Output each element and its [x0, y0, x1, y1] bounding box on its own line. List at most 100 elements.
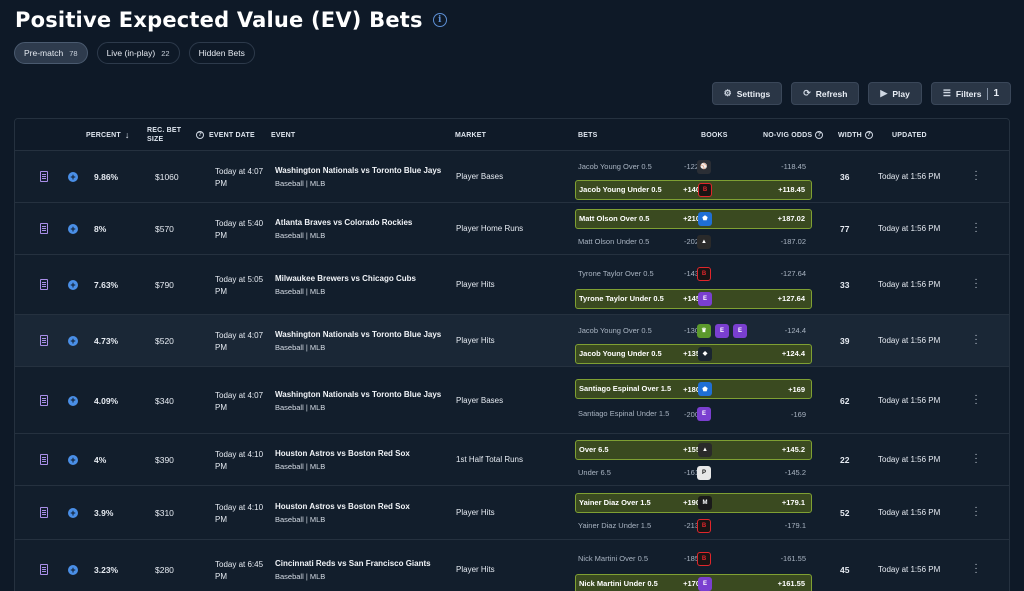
column-event-date[interactable]: ? EVENT DATE [196, 119, 255, 151]
best-bet-option[interactable]: Over 6.5 +155 ▲ +145.2 [575, 439, 812, 460]
settings-button[interactable]: ⚙ Settings [711, 82, 783, 105]
betrivers-book-icon[interactable]: B [697, 266, 711, 281]
play-button[interactable]: ▶ Play [868, 82, 922, 105]
hardrock-book-icon[interactable]: ▲ [697, 234, 711, 249]
draftkings-book-icon[interactable]: ♛ [697, 323, 711, 338]
more-options-icon[interactable]: · · · [973, 331, 979, 349]
filters-button[interactable]: ☰ Filters 1 [930, 82, 1011, 105]
column-width[interactable]: WIDTH ? [838, 119, 873, 151]
best-bet-option[interactable]: Yainer Diaz Over 1.5 +190 M +179.1 [575, 492, 812, 513]
column-books[interactable]: BOOKS [701, 119, 728, 151]
bet-option[interactable]: Nick Martini Over 0.5 -185 B -161.55 [575, 549, 812, 569]
market-value: Player Hits [456, 280, 495, 289]
caesars-book-icon[interactable]: ◆ [698, 346, 712, 361]
table-row[interactable]: +3.9% $310 Today at 4:10 PM Houston Astros … [15, 486, 1009, 540]
event-name[interactable]: Atlanta Braves vs Colorado Rockies [275, 218, 447, 227]
toolbar: ⚙ Settings ⟳ Refresh ▶ Play ☰ Filters 1 [711, 82, 1011, 105]
pointsbet-book-icon[interactable]: P [697, 465, 711, 480]
espnbet-book-icon[interactable]: E [698, 576, 712, 591]
info-icon[interactable]: i [432, 13, 447, 27]
column-event[interactable]: EVENT [271, 119, 295, 151]
table-row[interactable]: +9.86% $1060 Today at 4:07 PM Washington Na… [15, 151, 1009, 203]
add-bet-icon[interactable]: + [68, 455, 78, 465]
event-name[interactable]: Houston Astros vs Boston Red Sox [275, 449, 447, 458]
help-icon[interactable]: ? [815, 131, 824, 139]
column-rec-bet-size[interactable]: REC. BET SIZE [147, 119, 181, 151]
event-name[interactable]: Washington Nationals vs Toronto Blue Jay… [275, 166, 447, 175]
column-bets[interactable]: BETS [578, 119, 597, 151]
espnbet-book-icon[interactable]: E [697, 407, 711, 421]
espnbet-book-icon[interactable]: E [698, 291, 712, 306]
calculator-icon[interactable] [40, 507, 48, 518]
more-options-icon[interactable]: · · · [973, 503, 979, 521]
table-row[interactable]: +4.09% $340 Today at 4:07 PM Washington Nat… [15, 367, 1009, 434]
bet-option[interactable]: Matt Olson Under 0.5 -202 ▲ -187.02 [575, 232, 812, 252]
more-options-icon[interactable]: · · · [973, 219, 979, 237]
more-options-icon[interactable]: · · · [973, 167, 979, 185]
betmgm-book-icon[interactable]: M [698, 495, 712, 510]
add-bet-icon[interactable]: + [68, 565, 78, 575]
table-row[interactable]: +4% $390 Today at 4:10 PM Houston Astros vs… [15, 434, 1009, 486]
bet-option[interactable]: Yainer Diaz Under 1.5 -213 B -179.1 [575, 516, 812, 536]
fanduel-book-icon[interactable]: ⬟ [698, 211, 712, 226]
add-bet-icon[interactable]: + [68, 172, 78, 182]
table-row[interactable]: +8% $570 Today at 5:40 PM Atlanta Braves vs… [15, 203, 1009, 255]
add-bet-icon[interactable]: + [68, 508, 78, 518]
bet-label: Santiago Espinal Under 1.5 [578, 409, 670, 418]
column-no-vig-odds[interactable]: NO-VIG ODDS ? [763, 119, 824, 151]
event-name[interactable]: Milwaukee Brewers vs Chicago Cubs [275, 274, 447, 283]
add-bet-icon[interactable]: + [68, 336, 78, 346]
calculator-icon[interactable] [40, 335, 48, 346]
tab-hidden-bets[interactable]: Hidden Bets [188, 42, 255, 64]
bet-option[interactable]: Tyrone Taylor Over 0.5 -143 B -127.64 [575, 264, 812, 284]
betrivers-book-icon[interactable]: B [697, 551, 711, 566]
column-market[interactable]: MARKET [455, 119, 486, 151]
calculator-icon[interactable] [40, 564, 48, 575]
help-icon[interactable]: ? [196, 131, 204, 139]
fanduel-book-icon[interactable]: ⬟ [698, 382, 712, 396]
refresh-button[interactable]: ⟳ Refresh [791, 82, 860, 105]
espnbet-book-icon[interactable]: E [733, 323, 747, 338]
more-options-icon[interactable]: · · · [973, 560, 979, 578]
best-bet-option[interactable]: Tyrone Taylor Under 0.5 +145 E +127.64 [575, 288, 812, 309]
more-options-icon[interactable]: · · · [973, 275, 979, 293]
best-bet-option[interactable]: Matt Olson Over 0.5 +210 ⬟ +187.02 [575, 208, 812, 229]
calculator-icon[interactable] [40, 279, 48, 290]
calculator-icon[interactable] [40, 171, 48, 182]
table-row[interactable]: +4.73% $520 Today at 4:07 PM Washington Nat… [15, 315, 1009, 367]
bet-option[interactable]: Jacob Young Over 0.5 -130 ♛ E E -124.4 [575, 321, 812, 341]
table-row[interactable]: +3.23% $280 Today at 6:45 PM Cincinnati Red… [15, 540, 1009, 591]
event-name[interactable]: Cincinnati Reds vs San Francisco Giants [275, 559, 447, 568]
add-bet-icon[interactable]: + [68, 280, 78, 290]
event-cell: Washington Nationals vs Toronto Blue Jay… [275, 390, 447, 412]
add-bet-icon[interactable]: + [68, 224, 78, 234]
best-bet-option[interactable]: Jacob Young Under 0.5 +135 ◆ +124.4 [575, 343, 812, 364]
bet-option[interactable]: Jacob Young Over 0.5 -122 ⚾ -118.45 [575, 157, 812, 177]
event-name[interactable]: Houston Astros vs Boston Red Sox [275, 502, 447, 511]
bet-option[interactable]: Santiago Espinal Under 1.5 -200 E -169 [575, 404, 812, 424]
more-options-icon[interactable]: · · · [973, 450, 979, 468]
calculator-icon[interactable] [40, 223, 48, 234]
column-updated[interactable]: UPDATED [892, 119, 927, 151]
event-name[interactable]: Washington Nationals vs Toronto Blue Jay… [275, 390, 447, 399]
best-bet-option[interactable]: Nick Martini Under 0.5 +170 E +161.55 [575, 573, 812, 591]
calculator-icon[interactable] [40, 394, 48, 406]
event-league: Baseball | MLB [275, 179, 326, 188]
help-icon[interactable]: ? [864, 131, 873, 139]
betrivers-book-icon[interactable]: B [698, 182, 712, 197]
betrivers-book-icon[interactable]: B [697, 518, 711, 533]
add-bet-icon[interactable]: + [68, 395, 78, 406]
best-bet-option[interactable]: Jacob Young Under 0.5 +140 B +118.45 [575, 179, 812, 200]
fanatics-book-icon[interactable]: ⚾ [697, 159, 711, 174]
espnbet-book-icon[interactable]: E [715, 323, 729, 338]
bet-option[interactable]: Under 6.5 -161 P -145.2 [575, 463, 812, 483]
hardrock-book-icon[interactable]: ▲ [698, 442, 712, 457]
calculator-icon[interactable] [40, 454, 48, 465]
tab-live[interactable]: Live (in-play) 22 [96, 42, 180, 64]
more-options-icon[interactable]: · · · [973, 390, 979, 408]
best-bet-option[interactable]: Santiago Espinal Over 1.5 +180 ⬟ +169 [575, 379, 812, 399]
event-name[interactable]: Washington Nationals vs Toronto Blue Jay… [275, 330, 447, 339]
column-percent[interactable]: PERCENT ↓ [86, 119, 130, 151]
tab-pre-match[interactable]: Pre-match 78 [14, 42, 88, 64]
table-row[interactable]: +7.63% $790 Today at 5:05 PM Milwaukee Brew… [15, 255, 1009, 315]
